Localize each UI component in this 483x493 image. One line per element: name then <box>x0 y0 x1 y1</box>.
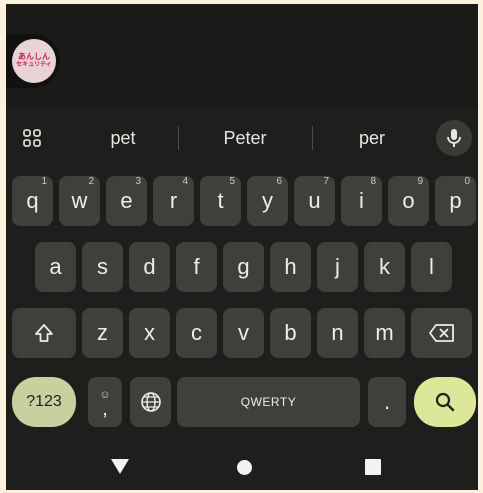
key-t[interactable]: t5 <box>200 176 241 226</box>
key-hint: 2 <box>88 176 94 187</box>
suggestion-2[interactable]: Peter <box>184 112 306 164</box>
suggestion-divider <box>312 126 313 150</box>
key-hint: 0 <box>464 176 470 187</box>
key-hint: 9 <box>417 176 423 187</box>
key-k[interactable]: k <box>364 242 405 292</box>
key-i[interactable]: i8 <box>341 176 382 226</box>
key-p[interactable]: p0 <box>435 176 476 226</box>
key-hint: 4 <box>182 176 188 187</box>
key-label: g <box>237 254 250 279</box>
key-label: k <box>379 254 390 279</box>
space-key[interactable]: QWERTY <box>177 377 360 427</box>
language-key[interactable] <box>130 377 171 427</box>
key-hint: 8 <box>370 176 376 187</box>
key-e[interactable]: e3 <box>106 176 147 226</box>
backspace-key[interactable] <box>411 308 472 358</box>
app-badge[interactable]: あんしん セキュリティ <box>12 39 56 83</box>
key-r[interactable]: r4 <box>153 176 194 226</box>
key-label: a <box>49 254 62 279</box>
recents-square-icon[interactable] <box>365 459 381 475</box>
key-label: v <box>238 320 249 345</box>
shift-icon <box>35 324 53 342</box>
key-label: x <box>144 320 155 345</box>
key-s[interactable]: s <box>82 242 123 292</box>
key-label: r <box>169 188 178 213</box>
key-label: m <box>375 320 394 345</box>
key-q[interactable]: q1 <box>12 176 53 226</box>
key-j[interactable]: j <box>317 242 358 292</box>
key-hint: 1 <box>41 176 47 187</box>
app-badge-line1: あんしん <box>18 52 50 61</box>
key-label: e <box>120 188 133 213</box>
grid-icon[interactable] <box>14 120 50 156</box>
key-label: p <box>449 188 462 213</box>
app-content-area: あんしん セキュリティ <box>6 4 478 109</box>
backspace-icon <box>428 324 454 342</box>
key-m[interactable]: m <box>364 308 405 358</box>
key-v[interactable]: v <box>223 308 264 358</box>
globe-icon <box>140 392 161 412</box>
search-icon <box>435 392 455 412</box>
period-key[interactable]: . <box>368 377 406 427</box>
shift-key[interactable] <box>12 308 76 358</box>
symbols-label: ?123 <box>26 393 62 410</box>
suggestion-3[interactable]: per <box>318 112 426 164</box>
key-label: d <box>143 254 156 279</box>
key-z[interactable]: z <box>82 308 123 358</box>
key-label: i <box>359 188 364 213</box>
suggestion-1[interactable]: pet <box>68 112 178 164</box>
key-label: j <box>335 254 340 279</box>
screen: あんしん セキュリティ pet Peter per q1w2e3r4 t 5 y… <box>6 4 478 490</box>
key-label: t <box>217 188 224 213</box>
key-c[interactable]: c <box>176 308 217 358</box>
key-label: w <box>71 188 88 213</box>
home-circle-icon[interactable] <box>237 460 252 475</box>
space-label: QWERTY <box>240 395 297 409</box>
key-label: q <box>26 188 39 213</box>
key-label: f <box>193 254 200 279</box>
key-label: n <box>331 320 344 345</box>
search-key[interactable] <box>414 377 476 427</box>
key-g[interactable]: g <box>223 242 264 292</box>
key-label: l <box>429 254 434 279</box>
mic-icon[interactable] <box>436 120 472 156</box>
key-h[interactable]: h <box>270 242 311 292</box>
key-label: b <box>284 320 297 345</box>
key-x[interactable]: x <box>129 308 170 358</box>
key-label: y <box>262 188 273 213</box>
key-d[interactable]: d <box>129 242 170 292</box>
suggestion-strip: pet Peter per <box>6 112 478 164</box>
key-w[interactable]: w2 <box>59 176 100 226</box>
key-label: h <box>284 254 297 279</box>
key-f[interactable]: f <box>176 242 217 292</box>
navigation-bar <box>6 444 478 490</box>
key-label: u <box>308 188 321 213</box>
key-hint: 6 <box>276 176 282 187</box>
key-label: c <box>191 320 202 345</box>
key-b[interactable]: b <box>270 308 311 358</box>
suggestion-divider <box>178 126 179 150</box>
period-label: . <box>383 389 391 414</box>
app-badge-line2: セキュリティ <box>16 62 52 68</box>
key-label: z <box>97 320 108 345</box>
key-y[interactable]: y6 <box>247 176 288 226</box>
key-label: s <box>97 254 108 279</box>
emoji-comma-key[interactable]: ☺, <box>88 377 122 427</box>
key-hint: 7 <box>323 176 329 187</box>
key-hint: 5 <box>229 176 235 187</box>
key-hint: 3 <box>135 176 141 187</box>
back-triangle-icon[interactable] <box>110 458 130 480</box>
key-label: o <box>402 188 415 213</box>
key-l[interactable]: l <box>411 242 452 292</box>
comma-label: , <box>102 398 108 420</box>
key-o[interactable]: o9 <box>388 176 429 226</box>
key-u[interactable]: u7 <box>294 176 335 226</box>
key-n[interactable]: n <box>317 308 358 358</box>
floating-bubble[interactable]: あんしん セキュリティ <box>6 34 60 88</box>
key-a[interactable]: a <box>35 242 76 292</box>
symbols-key[interactable]: ?123 <box>12 377 76 427</box>
